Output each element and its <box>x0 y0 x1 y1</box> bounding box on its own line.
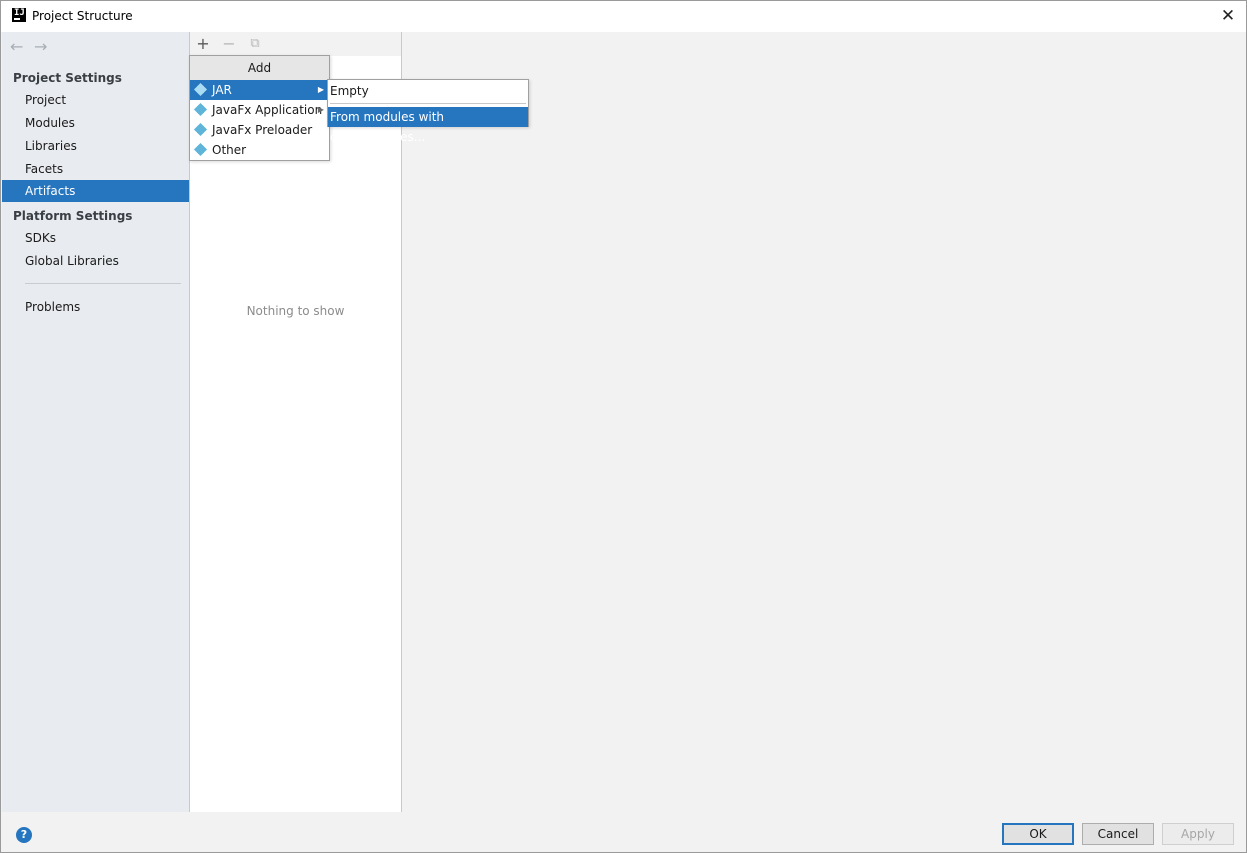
project-structure-window: IJ Project Structure ✕ ← → Project Settin… <box>0 0 1247 853</box>
submenu-separator <box>330 103 526 104</box>
menu-item-label: Other <box>212 143 247 157</box>
empty-list-text: Nothing to show <box>246 304 345 318</box>
jar-submenu: Empty From modules with dependencies... <box>327 79 529 144</box>
project-settings-header: Project Settings <box>13 71 122 85</box>
artifact-diamond-icon <box>193 82 208 97</box>
menu-item-label: JavaFx Preloader <box>212 123 313 137</box>
artifacts-toolbar: + − ⧉ <box>190 32 401 56</box>
menu-item-label: JavaFx Application <box>212 103 323 117</box>
cancel-button[interactable]: Cancel <box>1082 823 1154 845</box>
sidebar-item-facets[interactable]: Facets <box>2 158 189 180</box>
sidebar-item-modules[interactable]: Modules <box>2 112 189 134</box>
artifact-diamond-icon <box>193 122 208 137</box>
menu-item-other[interactable]: Other <box>190 140 329 160</box>
artifact-diamond-icon <box>193 102 208 117</box>
forward-arrow-icon[interactable]: → <box>34 37 58 56</box>
nav-arrows: ← → <box>10 37 58 56</box>
submenu-item-from-modules[interactable]: From modules with dependencies... <box>328 107 528 144</box>
menu-item-label: JAR <box>212 83 232 97</box>
apply-button[interactable]: Apply <box>1162 823 1234 845</box>
remove-icon[interactable]: − <box>219 34 239 54</box>
window-title: Project Structure <box>32 9 133 23</box>
sidebar-item-artifacts[interactable]: Artifacts <box>2 180 189 202</box>
submenu-arrow-icon: ▶ <box>317 105 324 114</box>
intellij-app-icon: IJ <box>12 8 26 22</box>
sidebar-divider <box>25 283 181 284</box>
menu-item-javafx-preloader[interactable]: JavaFx Preloader <box>190 120 329 140</box>
details-panel <box>402 32 1246 812</box>
menu-item-javafx-application[interactable]: JavaFx Application ▶ <box>190 100 329 120</box>
title-bar: IJ Project Structure ✕ <box>1 1 1246 32</box>
ok-button[interactable]: OK <box>1002 823 1074 845</box>
sidebar-item-problems[interactable]: Problems <box>2 296 189 318</box>
add-popup-header: Add <box>190 56 329 80</box>
add-popup-menu: Add JAR ▶ JavaFx Application ▶ JavaFx Pr… <box>189 55 330 161</box>
copy-icon[interactable]: ⧉ <box>245 34 265 54</box>
platform-settings-header: Platform Settings <box>13 209 133 223</box>
sidebar: ← → Project Settings Project Modules Libr… <box>2 32 189 812</box>
close-icon[interactable]: ✕ <box>1218 6 1238 26</box>
sidebar-item-libraries[interactable]: Libraries <box>2 135 189 157</box>
sidebar-item-sdks[interactable]: SDKs <box>2 227 189 249</box>
sidebar-item-global-libraries[interactable]: Global Libraries <box>2 250 189 272</box>
back-arrow-icon[interactable]: ← <box>10 37 34 56</box>
submenu-item-empty[interactable]: Empty <box>328 81 528 101</box>
sidebar-item-project[interactable]: Project <box>2 89 189 111</box>
help-icon[interactable]: ? <box>16 827 32 843</box>
add-icon[interactable]: + <box>193 34 213 54</box>
submenu-arrow-icon: ▶ <box>317 85 324 94</box>
artifact-diamond-icon <box>193 142 208 157</box>
menu-item-jar[interactable]: JAR ▶ <box>190 80 329 100</box>
